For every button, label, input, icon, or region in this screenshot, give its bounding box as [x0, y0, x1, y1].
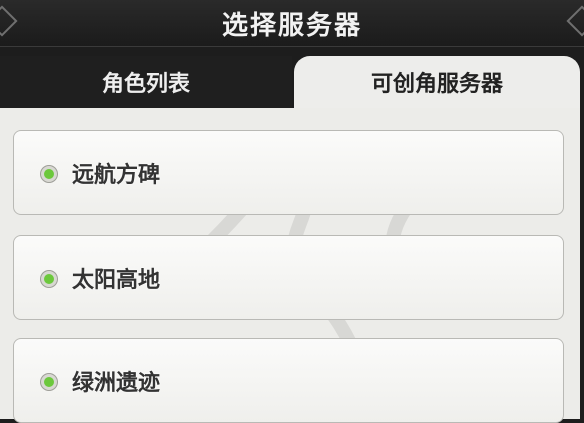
- status-dot-icon: [41, 374, 57, 390]
- server-item[interactable]: 太阳高地: [13, 235, 564, 320]
- server-list-panel: 远航方碑 太阳高地 绿洲遗迹: [0, 108, 580, 423]
- server-name: 远航方碑: [72, 163, 161, 188]
- dialog-title: 选择服务器: [221, 11, 362, 41]
- status-dot-icon: [41, 271, 57, 287]
- server-name: 太阳高地: [72, 268, 161, 293]
- server-item[interactable]: 远航方碑: [13, 130, 564, 215]
- title-bar: 选择服务器: [0, 0, 584, 47]
- tab-creatable-servers[interactable]: 可创角服务器: [294, 56, 580, 108]
- status-dot-icon: [41, 166, 57, 182]
- server-item[interactable]: 绿洲遗迹: [13, 338, 564, 423]
- server-name: 绿洲遗迹: [72, 371, 161, 396]
- tab-character-list[interactable]: 角色列表: [0, 56, 292, 108]
- tab-bar: 角色列表 可创角服务器: [0, 56, 584, 108]
